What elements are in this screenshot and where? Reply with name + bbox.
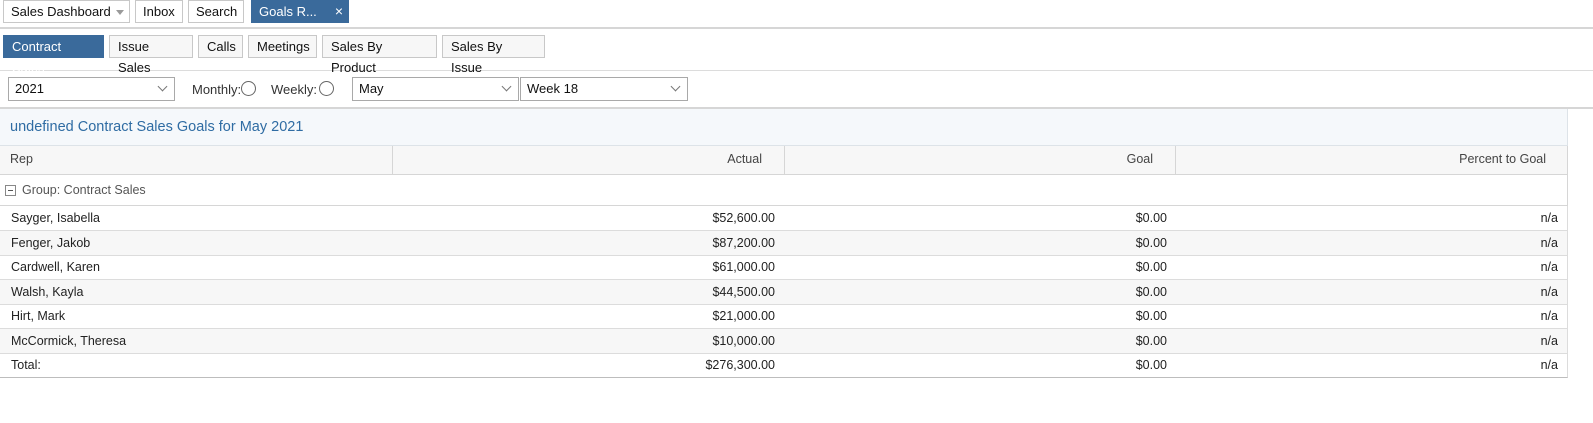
filter-bar: 2021 Monthly: Weekly: May Week 18 — [0, 71, 1593, 109]
month-select[interactable]: May — [352, 77, 519, 101]
week-select[interactable]: Week 18 — [520, 77, 688, 101]
grid-title: undefined Contract Sales Goals for May 2… — [10, 119, 304, 135]
tab-sales-dashboard[interactable]: Sales Dashboard — [3, 0, 130, 23]
percent-to-goal-value: n/a — [1540, 309, 1558, 323]
total-goal-value: $0.00 — [1135, 358, 1167, 372]
actual-value: $44,500.00 — [712, 285, 775, 299]
tab-search[interactable]: Search — [188, 0, 244, 23]
month-select-value: May — [359, 81, 384, 96]
table-row[interactable]: McCormick, Theresa $10,000.00 $0.00 n/a — [0, 329, 1568, 354]
top-tab-bar: Sales Dashboard Inbox Search Goals R... … — [0, 0, 1593, 29]
goal-value: $0.00 — [1135, 285, 1167, 299]
goal-value: $0.00 — [1135, 260, 1167, 274]
tab-calls[interactable]: Calls — [198, 35, 243, 58]
goal-value: $0.00 — [1135, 236, 1167, 250]
column-header-rep[interactable]: Rep — [0, 146, 393, 174]
chevron-down-icon — [157, 81, 168, 92]
close-icon[interactable]: × — [335, 1, 343, 22]
actual-value: $52,600.00 — [712, 211, 775, 225]
table-row[interactable]: Fenger, Jakob $87,200.00 $0.00 n/a — [0, 231, 1568, 256]
tab-meetings[interactable]: Meetings — [248, 35, 317, 58]
monthly-radio[interactable] — [241, 81, 256, 96]
year-select-value: 2021 — [15, 81, 44, 96]
tab-sales-by-product[interactable]: Sales By Product — [322, 35, 437, 75]
tab-sales-dashboard-label: Sales Dashboard — [11, 4, 111, 19]
total-percent-to-goal-value: n/a — [1540, 358, 1558, 372]
group-row: Group: Contract Sales — [0, 175, 1568, 206]
tab-issue-sales[interactable]: Issue Sales — [109, 35, 193, 75]
rep-name: Cardwell, Karen — [11, 260, 100, 274]
table-row[interactable]: Walsh, Kayla $44,500.00 $0.00 n/a — [0, 280, 1568, 305]
weekly-radio[interactable] — [319, 81, 334, 96]
year-select[interactable]: 2021 — [8, 77, 175, 101]
actual-value: $10,000.00 — [712, 334, 775, 348]
percent-to-goal-value: n/a — [1540, 260, 1558, 274]
weekly-label: Weekly: — [271, 82, 317, 97]
tab-contract-sales[interactable]: Contract Sales — [3, 35, 104, 75]
group-label: Group: Contract Sales — [22, 183, 146, 197]
percent-to-goal-value: n/a — [1540, 211, 1558, 225]
goal-value: $0.00 — [1135, 211, 1167, 225]
tab-search-label: Search — [196, 4, 238, 19]
percent-to-goal-value: n/a — [1540, 285, 1558, 299]
report-tab-bar: Contract Sales Issue Sales Calls Meeting… — [0, 30, 1593, 75]
collapse-icon[interactable] — [5, 185, 16, 196]
goal-value: $0.00 — [1135, 334, 1167, 348]
total-row: Total: $276,300.00 $0.00 n/a — [0, 353, 1568, 378]
total-actual-value: $276,300.00 — [705, 358, 775, 372]
caret-down-icon[interactable] — [116, 10, 124, 15]
tab-inbox[interactable]: Inbox — [135, 0, 183, 23]
tab-goals-label: Goals R... — [259, 4, 317, 19]
rep-name: Hirt, Mark — [11, 309, 66, 323]
column-header-actual[interactable]: Actual — [393, 146, 785, 174]
actual-value: $21,000.00 — [712, 309, 775, 323]
column-header-goal[interactable]: Goal — [785, 146, 1176, 174]
actual-value: $87,200.00 — [712, 236, 775, 250]
column-header-percent-to-goal[interactable]: Percent to Goal — [1176, 146, 1568, 174]
rep-name: Sayger, Isabella — [11, 211, 100, 225]
week-select-value: Week 18 — [527, 81, 579, 96]
tab-goals-report[interactable]: Goals R... × — [251, 0, 349, 23]
rep-name: Fenger, Jakob — [11, 236, 91, 250]
chevron-down-icon — [670, 81, 681, 92]
table-row[interactable]: Sayger, Isabella $52,600.00 $0.00 n/a — [0, 206, 1568, 231]
percent-to-goal-value: n/a — [1540, 334, 1558, 348]
total-label: Total: — [11, 358, 41, 372]
grid-header: Rep Actual Goal Percent to Goal — [0, 146, 1568, 175]
table-row[interactable]: Cardwell, Karen $61,000.00 $0.00 n/a — [0, 255, 1568, 280]
chevron-down-icon — [501, 81, 512, 92]
grid-title-bar: undefined Contract Sales Goals for May 2… — [0, 109, 1568, 146]
percent-to-goal-value: n/a — [1540, 236, 1558, 250]
monthly-label: Monthly: — [192, 82, 242, 97]
table-row[interactable]: Hirt, Mark $21,000.00 $0.00 n/a — [0, 304, 1568, 329]
goal-value: $0.00 — [1135, 309, 1167, 323]
actual-value: $61,000.00 — [712, 260, 775, 274]
tab-sales-by-issue[interactable]: Sales By Issue — [442, 35, 545, 75]
tab-inbox-label: Inbox — [143, 4, 175, 19]
rep-name: Walsh, Kayla — [11, 285, 84, 299]
rep-name: McCormick, Theresa — [11, 334, 127, 348]
